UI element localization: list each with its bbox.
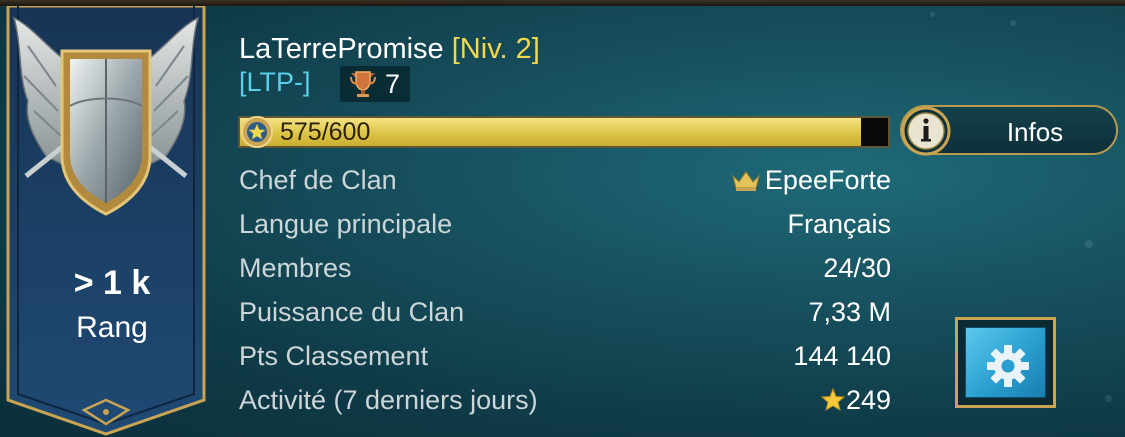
trophy-count: 7 <box>385 69 401 99</box>
settings-button[interactable] <box>955 317 1056 408</box>
rank-banner: > 1 k Rang <box>6 6 206 437</box>
xp-text: 575/600 <box>280 118 371 146</box>
row-label-membres: Membres <box>239 253 352 283</box>
activity-value: 249 <box>845 385 891 415</box>
sparkle <box>930 12 935 17</box>
rank-value: > 1 k <box>73 264 151 302</box>
clan-level-medal-icon <box>241 116 273 148</box>
banner-emblem-icon <box>6 6 206 436</box>
clan-panel: > 1 k Rang LaTerrePromise [Niv. 2] [LTP-… <box>0 0 1125 437</box>
trophy-icon <box>350 71 376 97</box>
row-label-puissance: Puissance du Clan <box>239 297 465 327</box>
infos-label: Infos <box>1006 117 1064 147</box>
row-label-langue: Langue principale <box>239 209 453 239</box>
sparkle <box>1105 395 1112 402</box>
rank-label: Rang <box>76 311 148 344</box>
clan-tag: [LTP-] <box>239 67 311 97</box>
row-label-chef: Chef de Clan <box>239 165 397 195</box>
clan-name: LaTerrePromise [Niv. 2] <box>239 33 540 66</box>
clan-level: [Niv. 2] <box>451 33 540 65</box>
row-value-activite: 249 <box>820 385 891 416</box>
row-value-classement: 144 140 <box>793 341 891 371</box>
settings-button-face <box>965 327 1046 398</box>
sparkle <box>1085 240 1093 248</box>
clan-leader-name: EpeeForte <box>764 165 891 195</box>
sparkle <box>1010 20 1016 26</box>
infos-button[interactable]: Infos <box>900 105 1118 156</box>
star-icon <box>820 388 845 412</box>
info-icon <box>901 106 951 156</box>
row-value-puissance: 7,33 M <box>808 297 891 327</box>
row-value-langue: Français <box>787 209 891 239</box>
clan-name-text: LaTerrePromise <box>239 33 444 65</box>
row-value-chef: EpeeForte <box>731 165 891 196</box>
row-label-activite: Activité (7 derniers jours) <box>239 385 538 415</box>
trophy-badge: 7 <box>340 66 410 102</box>
crown-icon <box>731 171 760 191</box>
row-label-classement: Pts Classement <box>239 341 429 371</box>
gear-icon <box>987 345 1029 387</box>
row-value-membres: 24/30 <box>823 253 891 283</box>
